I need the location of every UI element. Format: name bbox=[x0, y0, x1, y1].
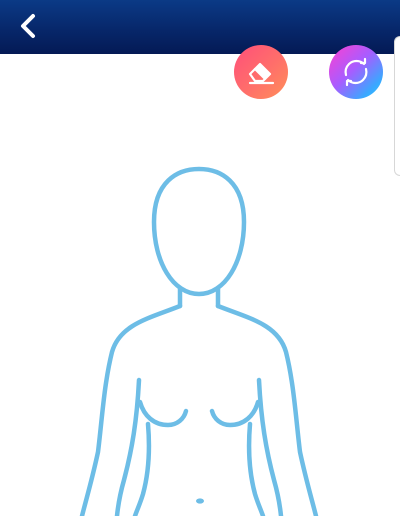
chevron-left-icon bbox=[21, 14, 35, 38]
head-outline bbox=[151, 166, 247, 297]
right-shoulder-arm bbox=[215, 303, 319, 516]
torso-right bbox=[246, 421, 266, 516]
refresh-icon bbox=[344, 57, 368, 87]
reset-button[interactable] bbox=[329, 45, 383, 99]
side-drawer-handle[interactable] bbox=[394, 36, 400, 176]
eraser-icon bbox=[248, 62, 275, 85]
eraser-button[interactable] bbox=[234, 45, 288, 99]
left-inner-arm bbox=[114, 377, 142, 516]
left-shoulder-arm bbox=[79, 303, 183, 516]
app-header bbox=[0, 0, 400, 54]
female-body-outline[interactable] bbox=[0, 54, 400, 516]
body-map-canvas[interactable] bbox=[0, 45, 400, 516]
torso-left bbox=[132, 421, 152, 516]
left-breast bbox=[137, 399, 189, 428]
navel bbox=[196, 498, 204, 504]
right-inner-arm bbox=[256, 377, 284, 516]
back-button[interactable] bbox=[10, 8, 46, 44]
right-breast bbox=[209, 399, 261, 428]
